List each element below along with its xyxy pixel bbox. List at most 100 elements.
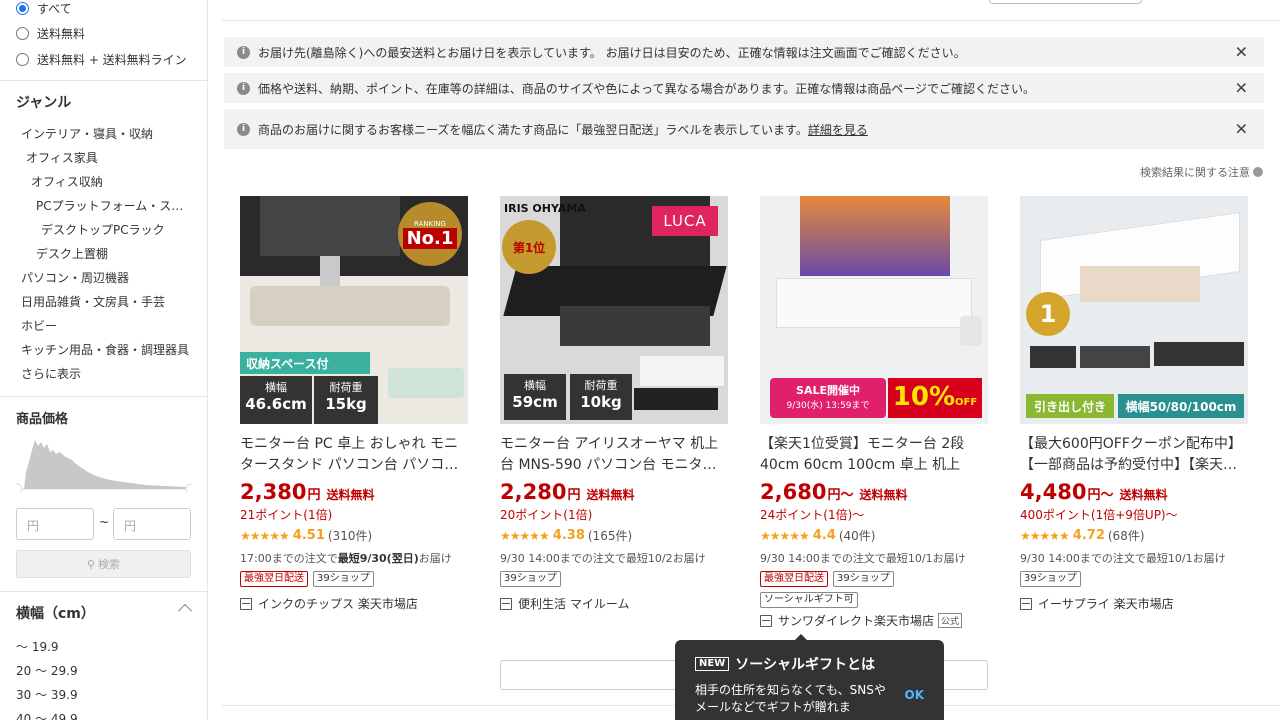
points: 20ポイント(1倍) xyxy=(500,508,593,522)
product-image[interactable]: 1 引き出し付き 横幅50/80/100cm xyxy=(1020,196,1248,424)
keyboard-shape xyxy=(560,306,710,346)
price-histogram[interactable] xyxy=(16,432,192,492)
divider xyxy=(0,80,207,81)
divider xyxy=(0,591,207,592)
shipping-filter-free-line[interactable]: 送料無料 + 送料無料ライン xyxy=(16,51,187,68)
price-search-button[interactable]: ⚲ 検索 xyxy=(16,550,191,578)
product-title[interactable]: モニター台 PC 卓上 おしゃれ モニタースタンド パソコン台 パソコ… xyxy=(240,434,468,476)
points: 24ポイント(1倍)～ xyxy=(760,508,865,522)
radio-label: 送料無料 xyxy=(37,27,86,41)
shipping-filter-all[interactable]: すべて xyxy=(16,0,72,17)
new-badge: NEW xyxy=(695,657,730,671)
review-count[interactable]: (40件) xyxy=(839,527,876,544)
genre-item[interactable]: デスクトップPCラック xyxy=(41,221,165,238)
variant-black-shape xyxy=(634,388,718,410)
product-image[interactable]: IRIS OHYAMA LUCA 第1位 横幅 59cm 耐荷重 10kg xyxy=(500,196,728,424)
shop-link[interactable]: イーサプライ 楽天市場店 xyxy=(1020,595,1248,612)
variant-white-shape xyxy=(640,356,724,386)
close-icon[interactable]: ✕ xyxy=(1235,43,1248,62)
close-icon[interactable]: ✕ xyxy=(1235,120,1248,139)
spec-label: 横幅 xyxy=(524,379,546,392)
shop-icon xyxy=(760,614,772,627)
width-range-item[interactable]: 20 ～ 29.9 xyxy=(16,662,78,679)
width-range-item[interactable]: 30 ～ 39.9 xyxy=(16,686,78,703)
shop-link[interactable]: 便利生活 マイルーム xyxy=(500,595,728,612)
badge-next-day: 最強翌日配送 xyxy=(760,571,828,587)
product-card[interactable]: 1 引き出し付き 横幅50/80/100cm 【最大600円OFFクーポン配布中… xyxy=(1020,196,1248,612)
genre-item[interactable]: インテリア・寝具・収納 xyxy=(21,125,153,142)
product-image[interactable]: RANKING No.1 収納スペース付 横幅 46.6cm 耐荷重 15kg xyxy=(240,196,468,424)
genre-item[interactable]: 日用品雑貨・文房具・手芸 xyxy=(21,293,165,310)
review-count[interactable]: (310件) xyxy=(328,527,372,544)
discount-banner: 10% OFF xyxy=(888,378,982,418)
badge-social-gift[interactable]: ソーシャルギフト可 xyxy=(760,592,858,608)
ok-button[interactable]: OK xyxy=(905,688,925,702)
product-title[interactable]: 【楽天1位受賞】モニター台 2段 40cm 60cm 100cm 卓上 机上台… xyxy=(760,434,988,476)
radio-all[interactable] xyxy=(16,2,29,15)
rating-row[interactable]: ★★★★★ 4.51 (310件) xyxy=(240,527,468,544)
price-unit: 円～ xyxy=(1087,488,1114,503)
width-range-item[interactable]: 40 ～ 49.9 xyxy=(16,710,78,720)
price: 2,280 xyxy=(500,480,567,504)
price-max-input[interactable]: 円 xyxy=(113,508,191,540)
product-card[interactable]: SALE開催中 9/30(水) 13:59まで 10% OFF 【楽天1位受賞】… xyxy=(760,196,988,629)
delivery-info: 17:00までの注文で最短9/30(翌日)お届け xyxy=(240,550,468,566)
notice-delivery-label: i 商品のお届けに関するお客様ニーズを幅広く満たす商品に「最強翌日配送」ラベルを… xyxy=(224,109,1264,149)
divider xyxy=(0,396,207,397)
price: 4,480 xyxy=(1020,480,1087,504)
product-title[interactable]: 【最大600円OFFクーポン配布中】【一部商品は予約受付中】【楽天… xyxy=(1020,434,1248,476)
genre-item[interactable]: オフィス収納 xyxy=(31,173,103,190)
badge-list: 39ショップ xyxy=(500,571,728,587)
genre-item[interactable]: オフィス家具 xyxy=(26,149,98,166)
star-rating-icon: ★★★★★ xyxy=(760,528,810,543)
medal-text: No.1 xyxy=(402,227,458,249)
drawer-open-shape xyxy=(1080,266,1200,302)
notice-details: i 価格や送料、納期、ポイント、在庫等の詳細は、商品のサイズや色によって異なる場… xyxy=(224,73,1264,103)
genre-item[interactable]: PCプラットフォーム・ス… xyxy=(36,197,183,214)
notice-text: 価格や送料、納期、ポイント、在庫等の詳細は、商品のサイズや色によって異なる場合が… xyxy=(258,81,1036,96)
sale-label: SALE開催中 xyxy=(796,384,860,397)
product-image[interactable]: SALE開催中 9/30(水) 13:59まで 10% OFF xyxy=(760,196,988,424)
rank-medal: 第1位 xyxy=(502,220,556,274)
spec-width: 横幅 46.6cm xyxy=(240,376,312,424)
genre-item[interactable]: デスク上置棚 xyxy=(36,245,108,262)
radio-free-line[interactable] xyxy=(16,53,29,66)
info-icon: i xyxy=(237,81,250,95)
rating-row[interactable]: ★★★★★ 4.38 (165件) xyxy=(500,527,728,544)
shop-link[interactable]: サンワダイレクト楽天市場店 公式 xyxy=(760,612,988,629)
search-caution-link[interactable]: 検索結果に関する注意 xyxy=(1140,164,1263,180)
product-card[interactable]: IRIS OHYAMA LUCA 第1位 横幅 59cm 耐荷重 10kg モニ… xyxy=(500,196,728,612)
sidebar: すべて 送料無料 送料無料 + 送料無料ライン ジャンル インテリア・寝具・収納… xyxy=(0,0,208,720)
sale-date: 9/30(水) 13:59まで xyxy=(786,401,870,411)
discount-unit: OFF xyxy=(955,397,978,408)
genre-item[interactable]: ホビー xyxy=(21,317,57,334)
show-more-link[interactable]: さらに表示 xyxy=(21,365,81,382)
notice-text: 商品のお届けに関するお客様ニーズを幅広く満たす商品に「最強翌日配送」ラベルを表示… xyxy=(258,122,808,137)
spec-label: 横幅 xyxy=(265,381,287,394)
close-icon[interactable]: ✕ xyxy=(1235,79,1248,98)
shop-name: イーサプライ 楽天市場店 xyxy=(1038,597,1174,611)
details-link[interactable]: 詳細を見る xyxy=(808,121,868,138)
shop-link[interactable]: インクのチップス 楽天市場店 xyxy=(240,595,468,612)
review-count[interactable]: (68件) xyxy=(1108,527,1145,544)
sort-dropdown[interactable] xyxy=(989,0,1142,4)
product-card[interactable]: RANKING No.1 収納スペース付 横幅 46.6cm 耐荷重 15kg … xyxy=(240,196,468,612)
shop-icon xyxy=(500,597,512,610)
radio-free[interactable] xyxy=(16,27,29,40)
product-title[interactable]: モニター台 アイリスオーヤマ 机上台 MNS-590 パソコン台 モニタ… xyxy=(500,434,728,476)
rating-row[interactable]: ★★★★★ 4.72 (68件) xyxy=(1020,527,1248,544)
shipping-filter-free[interactable]: 送料無料 xyxy=(16,25,85,42)
genre-item[interactable]: パソコン・周辺機器 xyxy=(21,269,129,286)
discount-value: 10% xyxy=(892,382,956,412)
rating-score: 4.38 xyxy=(552,528,585,543)
width-range-item[interactable]: ～ 19.9 xyxy=(16,638,59,655)
chevron-up-icon[interactable] xyxy=(177,603,193,619)
delivery-info: 9/30 14:00までの注文で最短10/1お届け xyxy=(1020,552,1226,565)
rating-row[interactable]: ★★★★★ 4.4 (40件) xyxy=(760,527,988,544)
delivery-prefix: 17:00までの注文で xyxy=(240,552,338,565)
price-min-input[interactable]: 円 xyxy=(16,508,94,540)
genre-item[interactable]: キッチン用品・食器・調理器具 xyxy=(21,341,189,358)
review-count[interactable]: (165件) xyxy=(588,527,632,544)
radio-label: 送料無料 + 送料無料ライン xyxy=(37,53,187,67)
social-gift-tooltip: NEW ソーシャルギフトとは 相手の住所を知らなくても、SNSやメールなどでギフ… xyxy=(675,634,944,720)
